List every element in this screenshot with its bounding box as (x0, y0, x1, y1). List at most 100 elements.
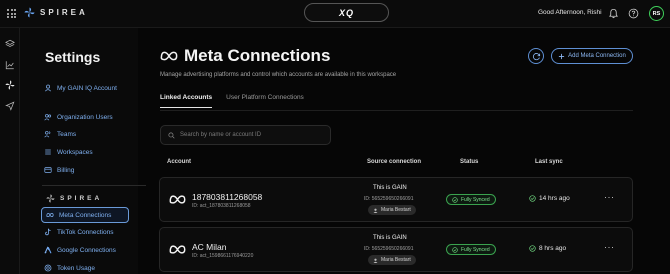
check-circle-icon (452, 196, 458, 203)
top-bar: SPIREA XQ Good Afternoon, Rishi RS (0, 0, 670, 28)
users-icon (44, 114, 52, 121)
chart-icon[interactable] (5, 60, 15, 70)
page-title-row: Meta Connections (160, 46, 330, 66)
meta-logo-icon (160, 51, 178, 61)
search-placeholder: Search by name or account ID (180, 132, 262, 138)
brand-name: SPIREA (40, 8, 88, 17)
settings-item-workspaces[interactable]: Workspaces (44, 148, 93, 156)
tab-user-platform-connections[interactable]: User Platform Connections (226, 94, 304, 108)
left-rail (0, 28, 20, 274)
tab-bar: Linked Accounts User Platform Connection… (160, 94, 304, 108)
team-icon (44, 131, 51, 138)
bell-icon[interactable] (608, 8, 619, 19)
refresh-icon (532, 52, 540, 60)
sidebar-divider (42, 185, 146, 186)
xq-logo: XQ (338, 7, 354, 18)
settings-item-billing[interactable]: Billing (44, 166, 74, 174)
column-header-source-connection: Source connection (367, 159, 422, 165)
meta-logo-icon (169, 195, 186, 204)
check-circle-icon (452, 246, 458, 253)
card-icon (44, 167, 52, 173)
account-id: ID: act_187803811268058 (192, 203, 251, 209)
token-icon (44, 264, 52, 272)
main-content: Meta Connections Manage advertising plat… (138, 28, 670, 274)
list-icon (45, 149, 51, 155)
source-connection-id: ID: 565259650266091 (364, 196, 414, 202)
settings-item-label: Organization Users (57, 113, 113, 121)
settings-item-label: Meta Connections (59, 211, 112, 219)
check-circle-icon (529, 245, 536, 252)
page-subtitle: Manage advertising platforms and control… (160, 72, 397, 78)
status-badge: Fully Synced (446, 194, 496, 205)
tab-linked-accounts[interactable]: Linked Accounts (160, 94, 213, 108)
help-icon[interactable] (628, 8, 639, 19)
source-user-chip: Maria Bestart (368, 255, 416, 265)
google-ads-icon (44, 246, 52, 254)
account-name: AC Milan (192, 242, 227, 252)
column-header-last-sync: Last sync (535, 159, 563, 165)
settings-item-teams[interactable]: Teams (44, 130, 76, 138)
greeting-text: Good Afternoon, Rishi (538, 9, 602, 16)
column-header-account: Account (167, 159, 191, 165)
status-label: Fully Synced (461, 246, 490, 253)
refresh-button[interactable] (528, 48, 544, 64)
settings-item-label: My GAIN IQ Account (57, 84, 117, 92)
send-icon[interactable] (5, 101, 15, 111)
pinwheel-icon (24, 7, 35, 18)
search-input[interactable]: Search by name or account ID (160, 125, 331, 145)
source-connection-id: ID: 565259650266091 (364, 246, 414, 252)
check-circle-icon (529, 195, 536, 202)
source-user-name: Maria Bestart (381, 257, 411, 263)
row-more-menu-icon[interactable]: ··· (604, 242, 615, 252)
user-icon (44, 84, 52, 92)
settings-item-my-account[interactable]: My GAIN IQ Account (44, 84, 117, 92)
pinwheel-icon[interactable] (5, 80, 15, 90)
user-icon (373, 258, 378, 263)
source-user-chip: Maria Bestart (368, 205, 416, 215)
source-connection-name: This is GAIN (373, 235, 407, 241)
table-row[interactable]: 187803811268058 ID: act_187803811268058 … (159, 177, 633, 222)
user-avatar[interactable]: RS (649, 6, 664, 21)
settings-item-label: Token Usage (57, 264, 95, 272)
settings-item-organization-users[interactable]: Organization Users (44, 113, 113, 121)
user-icon (373, 208, 378, 213)
row-more-menu-icon[interactable]: ··· (604, 192, 615, 202)
settings-title: Settings (45, 49, 101, 65)
spirea-section-header: SPIREA (46, 194, 102, 203)
settings-item-label: Teams (57, 130, 77, 138)
page-title: Meta Connections (184, 46, 331, 65)
settings-item-token-usage[interactable]: Token Usage (44, 264, 95, 272)
meta-icon (46, 213, 54, 217)
meta-logo-icon (169, 245, 186, 254)
product-switcher-pill[interactable]: XQ (304, 3, 389, 22)
search-icon (168, 131, 175, 139)
brand-logo[interactable]: SPIREA (24, 7, 88, 18)
settings-item-google-connections[interactable]: Google Connections (44, 246, 116, 254)
settings-item-tiktok-connections[interactable]: TikTok Connections (44, 228, 113, 236)
settings-sidebar: Settings My GAIN IQ Account Organization… (20, 28, 146, 274)
tiktok-icon (45, 228, 51, 236)
last-sync-time: 14 hrs ago (539, 195, 570, 202)
source-connection-name: This is GAIN (373, 185, 407, 191)
tabs-divider (160, 110, 633, 111)
settings-item-label: TikTok Connections (57, 228, 114, 236)
settings-item-label: Google Connections (57, 246, 116, 254)
layers-icon[interactable] (5, 39, 15, 49)
apps-grid-icon[interactable] (7, 9, 16, 18)
status-label: Fully Synced (461, 196, 490, 203)
status-badge: Fully Synced (446, 244, 496, 255)
settings-item-label: Workspaces (57, 148, 93, 156)
account-name: 187803811268058 (192, 192, 263, 202)
source-user-name: Maria Bestart (381, 207, 411, 213)
add-meta-connection-button[interactable]: Add Meta Connection (551, 48, 633, 64)
table-row[interactable]: AC Milan ID: act_1598661176940220 This i… (159, 227, 633, 272)
settings-item-label: Billing (57, 166, 75, 174)
pinwheel-icon (46, 194, 55, 203)
section-brand-name: SPIREA (60, 195, 103, 202)
account-id: ID: act_1598661176940220 (192, 253, 254, 259)
last-sync: 14 hrs ago (529, 195, 570, 202)
settings-item-meta-connections[interactable]: Meta Connections (41, 207, 129, 223)
plus-icon (559, 53, 565, 59)
add-button-label: Add Meta Connection (568, 53, 626, 59)
last-sync-time: 8 hrs ago (539, 245, 567, 252)
